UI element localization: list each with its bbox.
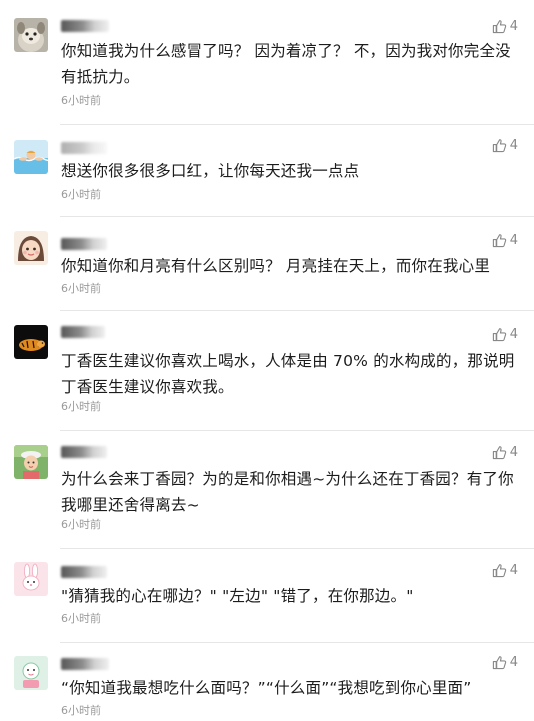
like-count: 4 (509, 233, 518, 248)
username-blurred (61, 238, 107, 250)
like-button[interactable]: 4 (492, 445, 518, 460)
thumbs-up-icon (492, 446, 506, 460)
comment-time: 6小时前 (61, 188, 101, 201)
comment-text: 你知道你和月亮有什么区别吗？ 月亮挂在天上，而你在我心里 (61, 257, 491, 275)
child-avatar[interactable] (14, 445, 48, 479)
thumbs-up-icon (492, 656, 506, 670)
comment-text: 你知道我为什么感冒了吗？ 因为着凉了？ 不，因为我对你完全没有抵抗力。 (61, 42, 511, 86)
username-blurred (61, 326, 105, 338)
like-count: 4 (509, 19, 518, 34)
username-blurred (61, 20, 109, 32)
comment-item: 4 为什么会来丁香园？为的是和你相遇~为什么还在丁香园？有了你我哪里还舍得离去~… (0, 430, 534, 548)
comment-item: 4 你知道你和月亮有什么区别吗？ 月亮挂在天上，而你在我心里 6小时前 (0, 216, 534, 310)
comment-text: 丁香医生建议你喜欢上喝水，人体是由 70% 的水构成的，那说明丁香医生建议你喜欢… (61, 352, 515, 396)
comment-time: 6小时前 (61, 612, 101, 625)
like-count: 4 (509, 327, 518, 342)
tiger-avatar[interactable] (14, 325, 48, 359)
comment-text: “你知道我最想吃什么面吗？”“什么面”“我想吃到你心里面” (61, 679, 472, 697)
thumbs-up-icon (492, 234, 506, 248)
comment-time: 6小时前 (61, 282, 101, 295)
girl-avatar[interactable] (14, 231, 48, 265)
cartoon-avatar[interactable] (14, 656, 48, 690)
comment-item: 4 "猜猜我的心在哪边？" "左边" "错了，在你那边。" 6小时前 (0, 548, 534, 642)
comment-time: 6小时前 (61, 400, 101, 413)
comment-time: 6小时前 (61, 704, 101, 717)
thumbs-up-icon (492, 328, 506, 342)
comment-text: 为什么会来丁香园？为的是和你相遇~为什么还在丁香园？有了你我哪里还舍得离去~ (61, 470, 514, 514)
thumbs-up-icon (492, 20, 506, 34)
username-blurred (61, 446, 107, 458)
like-button[interactable]: 4 (492, 19, 518, 34)
username-blurred (61, 142, 107, 154)
comment-text: "猜猜我的心在哪边？" "左边" "错了，在你那边。" (61, 587, 414, 605)
like-count: 4 (509, 655, 518, 670)
comment-text: 想送你很多很多口红，让你每天还我一点点 (61, 162, 360, 180)
comment-item: 4 “你知道我最想吃什么面吗？”“什么面”“我想吃到你心里面” 6小时前 (0, 642, 534, 721)
comment-item: 4 你知道我为什么感冒了吗？ 因为着凉了？ 不，因为我对你完全没有抵抗力。 6小… (0, 0, 534, 124)
username-blurred (61, 658, 109, 670)
comment-feed: 4 你知道我为什么感冒了吗？ 因为着凉了？ 不，因为我对你完全没有抵抗力。 6小… (0, 0, 534, 721)
like-count: 4 (509, 138, 518, 153)
thumbs-up-icon (492, 139, 506, 153)
comment-time: 6小时前 (61, 94, 101, 107)
rabbit-avatar[interactable] (14, 562, 48, 596)
like-button[interactable]: 4 (492, 655, 518, 670)
comment-time: 6小时前 (61, 518, 101, 531)
swimmer-avatar[interactable] (14, 140, 48, 174)
username-blurred (61, 566, 107, 578)
like-button[interactable]: 4 (492, 563, 518, 578)
like-button[interactable]: 4 (492, 138, 518, 153)
comment-item: 4 想送你很多很多口红，让你每天还我一点点 6小时前 (0, 124, 534, 216)
like-button[interactable]: 4 (492, 233, 518, 248)
thumbs-up-icon (492, 564, 506, 578)
comment-item: 4 丁香医生建议你喜欢上喝水，人体是由 70% 的水构成的，那说明丁香医生建议你… (0, 310, 534, 430)
like-count: 4 (509, 445, 518, 460)
dog-avatar[interactable] (14, 18, 48, 52)
like-count: 4 (509, 563, 518, 578)
like-button[interactable]: 4 (492, 327, 518, 342)
